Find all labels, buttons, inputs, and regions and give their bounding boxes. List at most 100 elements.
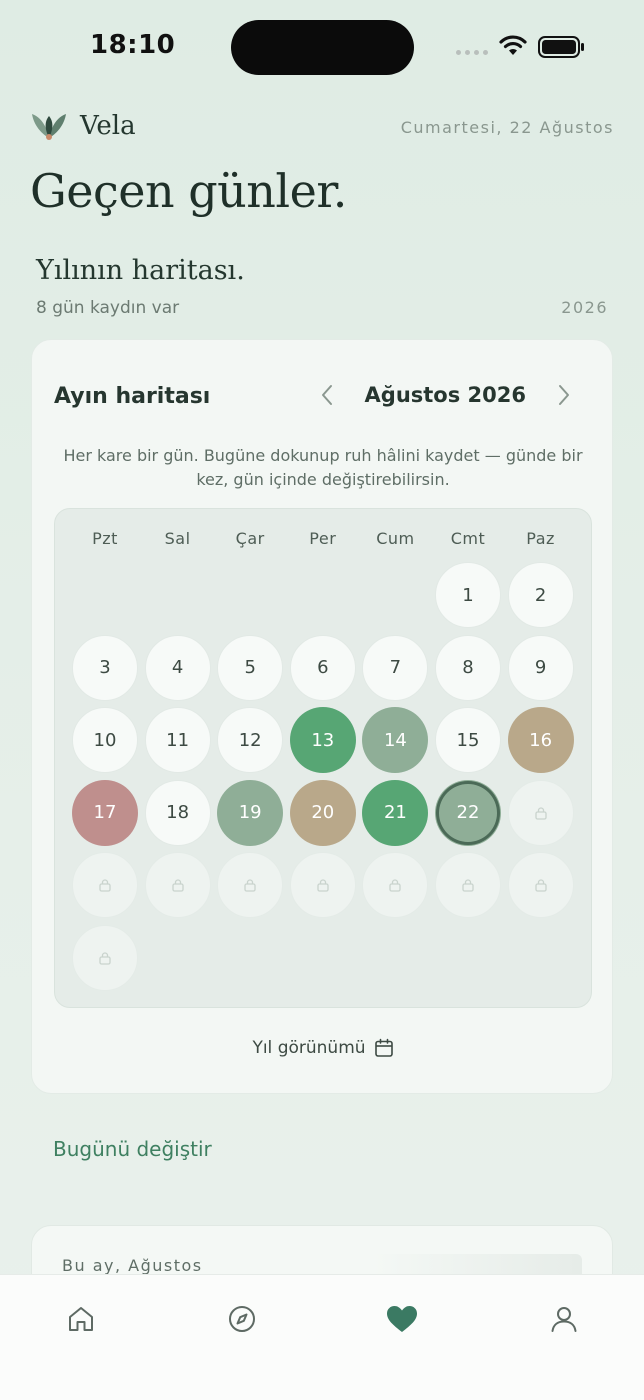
- calendar-day[interactable]: 9: [507, 634, 574, 701]
- calendar-day[interactable]: 16: [507, 707, 574, 774]
- calendar-day-number: 14: [383, 729, 407, 751]
- current-date: Cumartesi, 22 Ağustos: [400, 118, 614, 137]
- calendar-day[interactable]: 19: [217, 779, 284, 846]
- calendar-day-locked: [507, 779, 574, 846]
- calendar-day-number: 10: [93, 729, 117, 751]
- calendar-day-number: 11: [166, 729, 190, 751]
- chevron-left-icon: [321, 385, 332, 405]
- compass-icon: [229, 1306, 255, 1332]
- calendar-day-number: 9: [534, 657, 547, 679]
- calendar-day-number: 8: [462, 657, 474, 679]
- calendar-day-locked: [435, 852, 501, 919]
- calendar-hint: Her kare bir gün. Bugüne dokunup ruh hâl…: [63, 446, 583, 489]
- calendar-day[interactable]: 15: [435, 707, 501, 774]
- year-view-label: Yıl görünümü: [252, 1038, 366, 1058]
- calendar-day[interactable]: 12: [217, 707, 284, 774]
- wifi-icon: [499, 35, 527, 55]
- month-navigator: Ağustos 2026: [315, 380, 576, 410]
- calendar-day[interactable]: 6: [289, 634, 356, 701]
- logged-days-count: 8 gün kaydın var: [36, 298, 180, 318]
- calendar-day-number: 21: [383, 802, 407, 824]
- calendar-day[interactable]: 1: [435, 562, 501, 628]
- calendar-day-locked: [72, 852, 138, 919]
- summary-label: Bu ay, Ağustos: [62, 1256, 203, 1275]
- dynamic-island: [231, 20, 414, 75]
- calendar-day-number: 3: [99, 657, 111, 679]
- vela-logo-icon: [32, 114, 66, 140]
- calendar-day-today[interactable]: 22: [435, 779, 501, 846]
- tab-bar: [0, 1274, 644, 1400]
- calendar-day-locked: [217, 852, 284, 919]
- calendar-day-number: 1: [462, 584, 474, 606]
- calendar-day-number: 6: [317, 657, 329, 679]
- year-label: 2026: [561, 298, 608, 317]
- lock-icon: [462, 879, 474, 893]
- calendar-day-number: 19: [238, 802, 262, 824]
- prev-month-button[interactable]: [315, 380, 339, 410]
- lock-icon: [317, 879, 329, 893]
- calendar-day-number: 7: [389, 657, 402, 679]
- calendar-day-number: 4: [171, 657, 184, 679]
- lock-icon: [389, 879, 402, 893]
- next-month-button[interactable]: [552, 380, 576, 410]
- lock-icon: [534, 879, 547, 893]
- calendar-day[interactable]: 17: [72, 779, 138, 846]
- weekday-label: Cmt: [450, 529, 486, 548]
- calendar-day[interactable]: 21: [362, 779, 429, 846]
- lock-icon: [244, 879, 256, 893]
- calendar-day[interactable]: 5: [217, 634, 284, 701]
- calendar-day[interactable]: 4: [144, 634, 211, 701]
- calendar-day[interactable]: 7: [362, 634, 429, 701]
- calendar-day-locked: [507, 852, 574, 919]
- tab-mood[interactable]: [380, 1297, 424, 1341]
- month-map-card: Ayın haritası Ağustos 2026 Her kare bir …: [31, 339, 613, 1094]
- change-today-button[interactable]: Bugünü değiştir: [53, 1137, 212, 1161]
- calendar-day-number: 2: [534, 584, 547, 606]
- calendar-day-number: 22: [456, 802, 480, 824]
- status-bar: 18:10: [0, 0, 644, 96]
- lock-icon: [534, 807, 547, 820]
- tab-profile[interactable]: [542, 1297, 586, 1341]
- signal-icon: [456, 50, 488, 55]
- calendar-day-number: 15: [456, 729, 480, 751]
- calendar-day-number: 18: [166, 802, 190, 824]
- calendar-day[interactable]: 20: [289, 779, 356, 846]
- calendar-day-locked: [362, 852, 429, 919]
- tab-home[interactable]: [59, 1297, 103, 1341]
- brand: Vela: [30, 110, 136, 142]
- calendar-day[interactable]: 10: [72, 707, 138, 774]
- calendar-day-number: 20: [311, 802, 335, 824]
- year-view-button[interactable]: Yıl görünümü: [32, 1038, 614, 1058]
- month-map-title: Ayın haritası: [54, 384, 211, 409]
- calendar-day[interactable]: 14: [362, 707, 429, 774]
- chevron-right-icon: [559, 385, 569, 405]
- calendar-day[interactable]: 8: [435, 634, 501, 701]
- calendar-grid: Pzt Sal Çar Per Cum Cmt Paz 1 2 3 4 5 6 7 8 9 10 11 12 13 14…: [54, 508, 592, 1008]
- calendar-icon: [374, 1038, 393, 1057]
- year-map-title: Yılının haritası.: [36, 255, 245, 286]
- calendar-day[interactable]: 2: [507, 562, 574, 628]
- profile-icon: [551, 1307, 577, 1332]
- weekday-label: Çar: [235, 529, 265, 548]
- calendar-day-number: 16: [529, 729, 553, 751]
- month-label: Ağustos 2026: [364, 383, 526, 407]
- calendar-day[interactable]: 3: [72, 634, 138, 701]
- tab-explore[interactable]: [220, 1297, 264, 1341]
- calendar-day-locked: [144, 852, 211, 919]
- lock-icon: [99, 879, 111, 893]
- calendar-day[interactable]: 11: [144, 707, 211, 774]
- page-title: Geçen günler.: [30, 164, 347, 218]
- weekday-label: Sal: [164, 529, 191, 548]
- status-time: 18:10: [90, 30, 176, 60]
- calendar-day-number: 17: [93, 802, 117, 824]
- calendar-day[interactable]: 18: [144, 779, 211, 846]
- calendar-day-number: 13: [311, 729, 335, 751]
- calendar-day-locked: [72, 925, 138, 991]
- weekday-label: Cum: [376, 529, 415, 548]
- home-icon: [69, 1307, 93, 1331]
- weekday-label: Per: [309, 529, 337, 548]
- heart-icon: [387, 1306, 417, 1332]
- calendar-day[interactable]: 13: [289, 707, 356, 774]
- weekday-label: Paz: [526, 529, 555, 548]
- calendar-day-locked: [289, 852, 356, 919]
